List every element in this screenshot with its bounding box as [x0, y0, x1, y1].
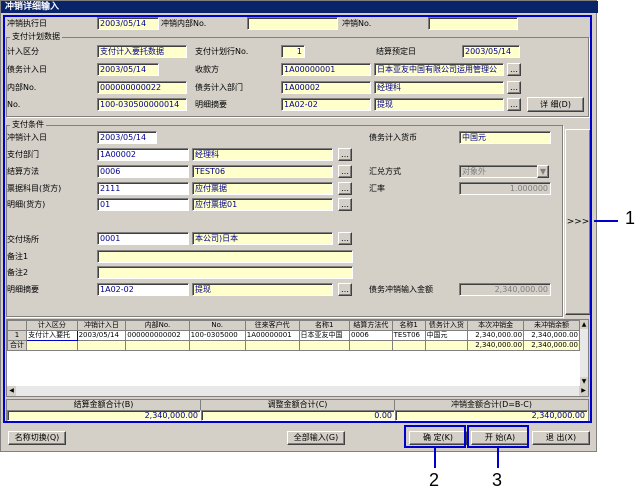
callout-3-line [497, 448, 499, 468]
name-switch-button[interactable]: 名称切换(Q) [8, 431, 66, 445]
callout-1-line [594, 220, 618, 222]
callout-3: 3 [492, 470, 503, 490]
callout-1: 1 [625, 208, 636, 228]
highlight-main-area [3, 15, 592, 423]
callout-2-line [434, 448, 436, 468]
highlight-start-button [467, 425, 529, 448]
window-title: 冲销详细输入 [1, 1, 598, 13]
highlight-ok-button [404, 425, 466, 448]
exit-button[interactable]: 退 出(X) [532, 431, 590, 445]
all-input-button[interactable]: 全部输入(G) [287, 431, 345, 445]
callout-2: 2 [429, 470, 440, 490]
